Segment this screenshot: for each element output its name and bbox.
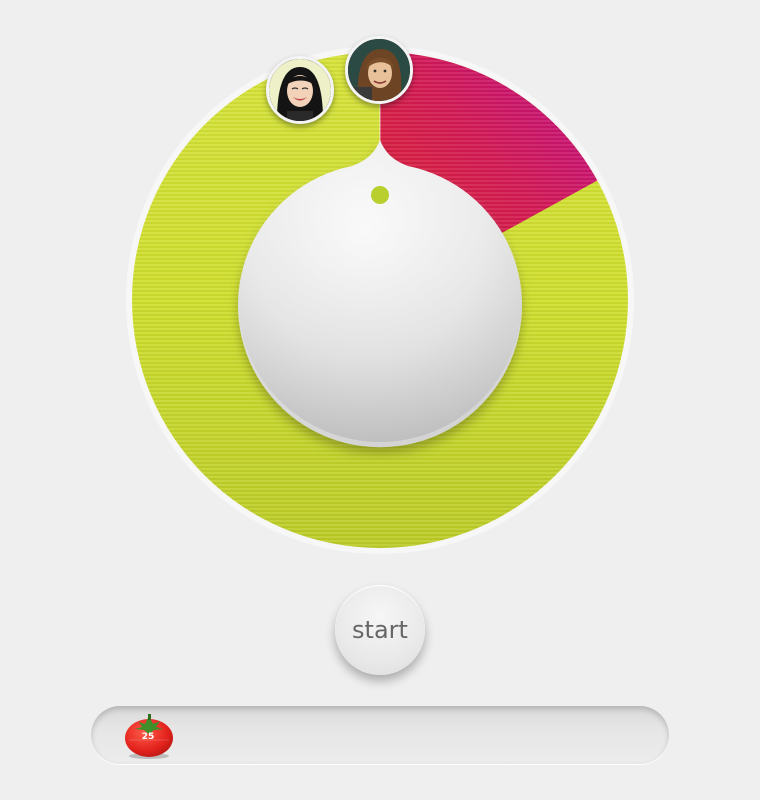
knob-indicator-dot	[371, 186, 389, 204]
avatar-icon	[348, 39, 410, 101]
pomodoro-tray	[91, 706, 669, 764]
tomato-timer-icon[interactable]: 25	[123, 712, 175, 760]
start-button-label: start	[352, 616, 408, 644]
avatar-icon	[269, 59, 331, 121]
timer-dial	[126, 46, 634, 554]
start-button[interactable]: start	[335, 585, 425, 675]
user-avatar-woman-brown-hair[interactable]	[345, 36, 413, 104]
pomodoro-timer-app: start 25	[0, 0, 760, 800]
user-avatar-woman-smiling[interactable]	[266, 56, 334, 124]
tomato-minutes: 25	[141, 732, 155, 742]
